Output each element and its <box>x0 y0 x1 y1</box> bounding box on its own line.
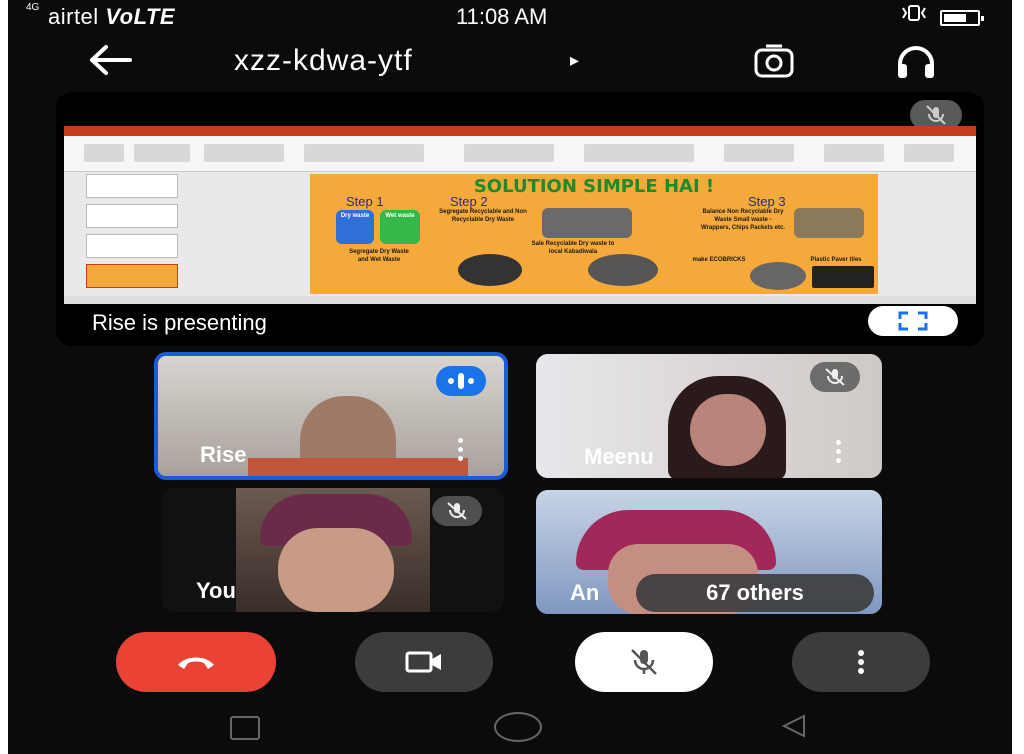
end-call-button[interactable] <box>116 632 276 692</box>
recent-apps-icon[interactable] <box>230 716 260 740</box>
slide-text-sale: Sale Recyclable Dry waste to local Kabad… <box>531 241 615 255</box>
speaking-indicator-icon <box>436 366 486 396</box>
participant-shirt <box>248 458 468 476</box>
switch-camera-icon[interactable] <box>752 42 796 82</box>
participant-tile-meenu[interactable]: Meenu <box>536 354 882 478</box>
slide-text-segregate-dry-wet: Segregate Dry Waste and Wet Waste <box>349 249 409 263</box>
bin-dry-label: Dry waste <box>340 213 370 219</box>
fullscreen-icon[interactable] <box>868 306 958 336</box>
microphone-toggle-button[interactable] <box>575 632 713 692</box>
meeting-code[interactable]: xzz-kdwa-ytf <box>234 44 413 78</box>
meeting-details-arrow-icon[interactable]: ▸ <box>570 50 579 71</box>
slide-step-2: Step 2 <box>450 194 488 209</box>
kabadiwala-photo <box>588 254 658 286</box>
phone-screen: 4G airtel VoLTE 11:08 AM xzz-kdwa-ytf ▸ <box>8 0 1012 754</box>
slide-text-balance: Balance Non Recyclable Dry Waste Small w… <box>701 209 785 231</box>
more-options-button[interactable] <box>792 632 930 692</box>
back-arrow-icon[interactable] <box>88 40 134 80</box>
app-bar: xzz-kdwa-ytf ▸ <box>8 34 1012 88</box>
network-label: VoLTE <box>105 4 176 29</box>
nav-back-icon[interactable] <box>780 712 808 745</box>
shared-screen: SOLUTION SIMPLE HAI ! Step 1 Step 2 Step… <box>64 126 976 304</box>
headphones-icon[interactable] <box>894 42 938 82</box>
slide-step-3: Step 3 <box>748 194 786 209</box>
participant-name: Meenu <box>584 444 654 469</box>
slide-thumbnails <box>72 174 182 294</box>
participant-name: An <box>570 580 600 605</box>
ecobricks-photo <box>750 262 806 290</box>
slide-text-plastic-paver: Plastic Paver tiles <box>810 257 862 263</box>
participant-name: Rise <box>200 442 247 467</box>
mic-off-icon <box>810 362 860 392</box>
status-bar: 4G airtel VoLTE 11:08 AM <box>8 0 1012 34</box>
participant-tile-rise[interactable]: Rise <box>154 352 508 480</box>
mic-off-icon <box>432 496 482 526</box>
toolbar <box>64 136 976 172</box>
more-options-icon[interactable] <box>458 438 464 462</box>
slide-text-segregate-recyclable: Segregate Recyclable and Non Recyclable … <box>439 209 527 223</box>
slide-step-1: Step 1 <box>346 194 384 209</box>
android-nav-bar <box>8 696 1012 754</box>
carrier-label: airtel VoLTE <box>48 4 175 30</box>
wet-waste-photo <box>458 254 522 286</box>
participant-face <box>278 528 394 612</box>
presentation-panel[interactable]: SOLUTION SIMPLE HAI ! Step 1 Step 2 Step… <box>56 92 984 346</box>
kebab-menu-icon <box>858 650 864 674</box>
dry-waste-bin: Dry waste <box>336 210 374 244</box>
wet-waste-bin: Wet waste <box>380 210 420 244</box>
paver-tiles-photo <box>812 266 874 288</box>
battery-icon <box>940 10 984 26</box>
presenting-label: Rise is presenting <box>92 310 267 335</box>
mic-off-icon <box>631 649 657 675</box>
camera-toggle-button[interactable] <box>355 632 493 692</box>
participant-name: You <box>196 578 236 603</box>
vibrate-icon <box>900 4 928 27</box>
waste-photo <box>794 208 864 238</box>
more-options-icon[interactable] <box>836 440 842 464</box>
app-ribbon <box>64 126 976 136</box>
participant-tile-you[interactable]: You <box>162 488 504 612</box>
participant-face <box>690 394 766 466</box>
video-camera-icon <box>405 651 441 673</box>
slide-title: SOLUTION SIMPLE HAI ! <box>473 176 715 197</box>
app-status-bar <box>64 296 976 304</box>
slide-text-ecobricks: make ECOBRICKS <box>692 257 746 263</box>
carrier-name: airtel <box>48 4 99 29</box>
network-type: 4G <box>26 2 40 13</box>
bin-wet-label: Wet waste <box>385 213 415 219</box>
others-count-pill[interactable]: 67 others <box>636 574 874 612</box>
hang-up-icon <box>178 657 214 669</box>
clock: 11:08 AM <box>456 4 548 29</box>
recyclable-photo <box>542 208 632 238</box>
home-icon[interactable] <box>494 712 542 742</box>
current-slide: SOLUTION SIMPLE HAI ! Step 1 Step 2 Step… <box>310 174 878 294</box>
